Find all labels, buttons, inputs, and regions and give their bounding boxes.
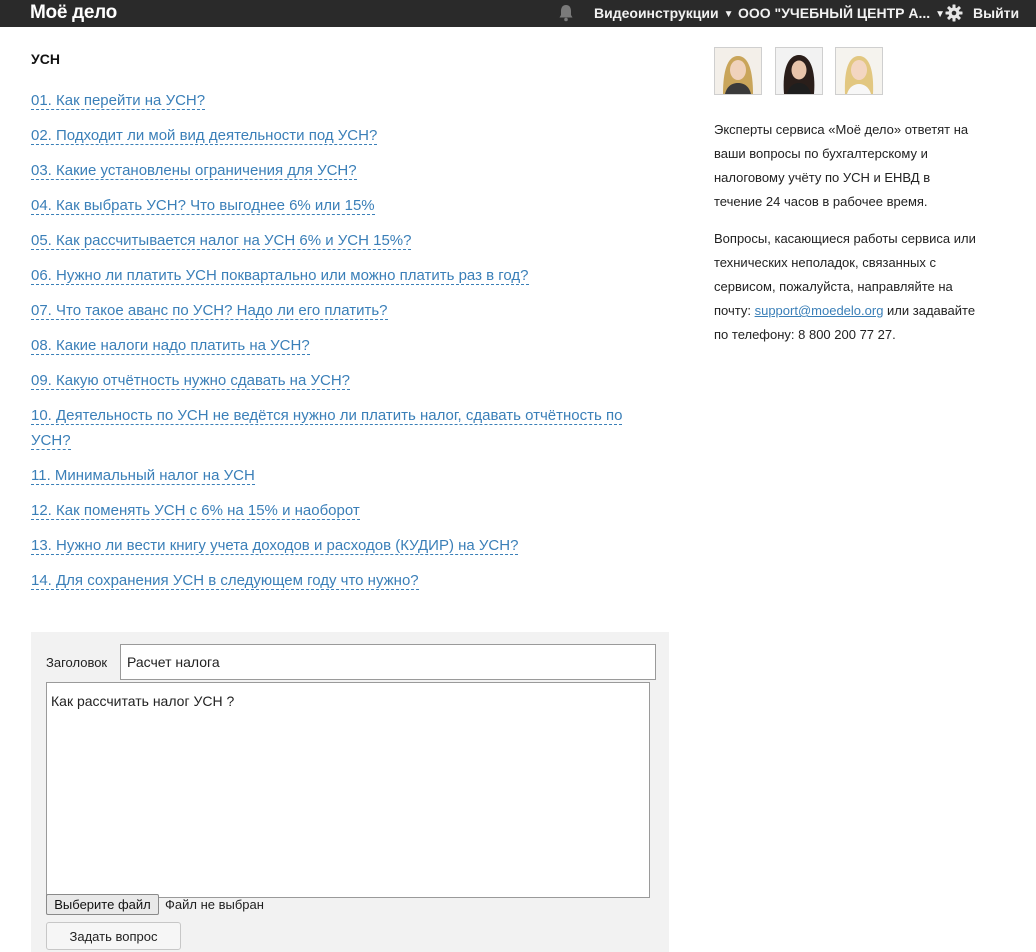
faq-link[interactable]: 10. Деятельность по УСН не ведётся нужно… (31, 407, 623, 450)
question-form: Заголовок Как рассчитать налог УСН ? Выб… (31, 632, 669, 952)
title-label: Заголовок (46, 655, 108, 670)
faq-link[interactable]: 14. Для сохранения УСН в следующем году … (31, 572, 419, 590)
list-item: 07. Что такое аванс по УСН? Надо ли его … (31, 298, 651, 323)
faq-link[interactable]: 03. Какие установлены ограничения для УС… (31, 162, 357, 180)
list-item: 14. Для сохранения УСН в следующем году … (31, 568, 651, 593)
choose-file-button[interactable]: Выберите файл (46, 894, 159, 915)
page-title: УСН (31, 51, 60, 67)
faq-link[interactable]: 11. Минимальный налог на УСН (31, 467, 255, 485)
faq-link[interactable]: 08. Какие налоги надо платить на УСН? (31, 337, 310, 355)
gear-icon[interactable] (945, 4, 963, 22)
support-info: Вопросы, касающиеся работы сервиса или т… (714, 227, 979, 347)
list-item: 09. Какую отчётность нужно сдавать на УС… (31, 368, 651, 393)
video-instructions-label: Видеоинструкции (594, 5, 719, 21)
list-item: 03. Какие установлены ограничения для УС… (31, 158, 651, 183)
faq-link[interactable]: 02. Подходит ли мой вид деятельности под… (31, 127, 378, 145)
faq-link[interactable]: 06. Нужно ли платить УСН поквартально ил… (31, 267, 529, 285)
expert-avatar-2 (775, 47, 823, 95)
expert-avatar-3 (835, 47, 883, 95)
list-item: 13. Нужно ли вести книгу учета доходов и… (31, 533, 651, 558)
experts-info: Эксперты сервиса «Моё дело» ответят на в… (714, 122, 969, 209)
faq-link[interactable]: 01. Как перейти на УСН? (31, 92, 206, 110)
list-item: 05. Как рассчитывается налог на УСН 6% и… (31, 228, 651, 253)
company-label: ООО "УЧЕБНЫЙ ЦЕНТР А... (738, 5, 931, 21)
list-item: 04. Как выбрать УСН? Что выгоднее 6% или… (31, 193, 651, 218)
file-status: Файл не выбран (165, 897, 264, 912)
company-menu[interactable]: ООО "УЧЕБНЫЙ ЦЕНТР А... ▼ (738, 5, 945, 21)
faq-link[interactable]: 04. Как выбрать УСН? Что выгоднее 6% или… (31, 197, 375, 215)
list-item: 10. Деятельность по УСН не ведётся нужно… (31, 403, 651, 453)
list-item: 12. Как поменять УСН с 6% на 15% и наобо… (31, 498, 651, 523)
support-email-link[interactable]: support@moedelo.org (755, 303, 884, 318)
chevron-down-icon: ▼ (723, 9, 734, 20)
chevron-down-icon: ▼ (935, 9, 946, 20)
faq-list: 01. Как перейти на УСН? 02. Подходит ли … (31, 88, 651, 603)
top-bar: Моё дело Видеоинструкции ▼ ООО "УЧЕБНЫЙ Ц… (0, 0, 1036, 27)
list-item: 02. Подходит ли мой вид деятельности под… (31, 123, 651, 148)
list-item: 01. Как перейти на УСН? (31, 88, 651, 113)
video-instructions-menu[interactable]: Видеоинструкции ▼ (594, 5, 734, 21)
logout-link[interactable]: Выйти (973, 5, 1019, 21)
faq-link[interactable]: 05. Как рассчитывается налог на УСН 6% и… (31, 232, 412, 250)
title-input[interactable] (120, 644, 656, 680)
faq-link[interactable]: 07. Что такое аванс по УСН? Надо ли его … (31, 302, 388, 320)
logo[interactable]: Моё дело (30, 2, 117, 24)
faq-link[interactable]: 09. Какую отчётность нужно сдавать на УС… (31, 372, 351, 390)
question-textarea[interactable]: Как рассчитать налог УСН ? (46, 682, 650, 898)
list-item: 06. Нужно ли платить УСН поквартально ил… (31, 263, 651, 288)
bell-icon[interactable] (558, 4, 574, 22)
list-item: 08. Какие налоги надо платить на УСН? (31, 333, 651, 358)
faq-link[interactable]: 12. Как поменять УСН с 6% на 15% и наобо… (31, 502, 360, 520)
list-item: 11. Минимальный налог на УСН (31, 463, 651, 488)
expert-avatar-1 (714, 47, 762, 95)
faq-link[interactable]: 13. Нужно ли вести книгу учета доходов и… (31, 537, 519, 555)
